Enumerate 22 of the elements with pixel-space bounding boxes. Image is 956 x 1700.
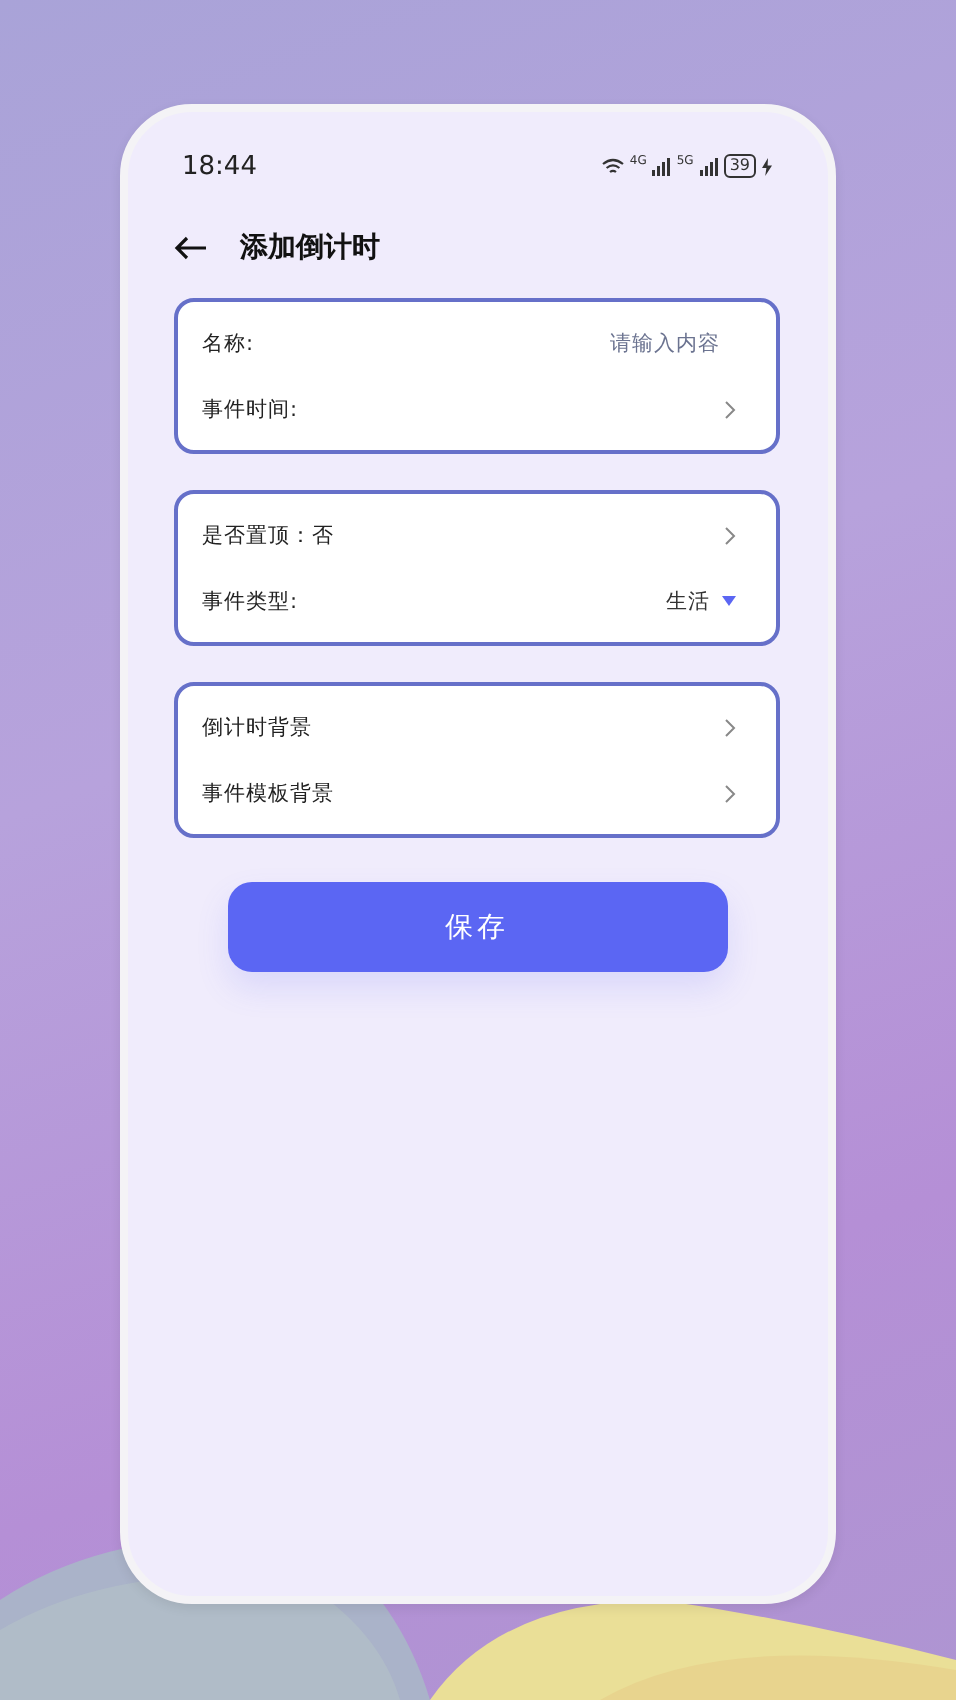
row-label: 事件时间: [202, 395, 298, 423]
chevron-right-icon [724, 399, 736, 419]
back-arrow-icon [174, 236, 208, 260]
event-type-value: 生活 [666, 587, 710, 615]
page-title: 添加倒计时 [240, 230, 380, 266]
save-button[interactable]: 保存 [227, 882, 727, 972]
chevron-right-icon [724, 783, 736, 803]
row-label: 事件类型: [202, 587, 298, 615]
row-label: 是否置顶：否 [202, 521, 334, 549]
chevron-right-icon [724, 717, 736, 737]
name-input-field[interactable]: 请输入内容 [500, 331, 720, 355]
status-time: 18:44 [182, 151, 257, 181]
signal-icon [652, 157, 671, 175]
dropdown-triangle-icon [722, 596, 736, 606]
row-label: 倒计时背景 [202, 713, 312, 741]
row-label: 事件模板背景 [202, 779, 334, 807]
back-button[interactable] [174, 236, 208, 260]
battery-level: 39 [723, 154, 756, 178]
row-label: 名称: [202, 329, 254, 357]
signal-icon [699, 157, 718, 175]
wifi-icon [601, 157, 624, 175]
chevron-right-icon [724, 525, 736, 545]
